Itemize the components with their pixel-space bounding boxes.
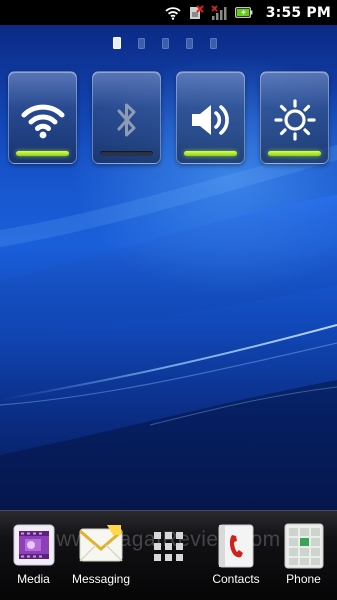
dock-item-phone[interactable]: Phone <box>270 511 337 600</box>
dock-item-media[interactable]: Media <box>0 511 67 600</box>
dock-item-label: Media <box>17 572 50 586</box>
wifi-signal-icon <box>165 6 181 20</box>
dock-item-label: Messaging <box>71 572 131 586</box>
page-dot-4[interactable] <box>186 37 193 49</box>
sound-status-bar <box>184 151 237 156</box>
status-clock: 3:55 PM <box>265 4 331 21</box>
wifi-status-bar <box>16 151 69 156</box>
battery-charging-icon <box>234 7 253 18</box>
wifi-icon <box>21 104 64 139</box>
no-signal-icon <box>211 4 227 20</box>
page-dot-3[interactable] <box>162 37 169 49</box>
sound-icon <box>191 105 229 135</box>
dock-item-messaging[interactable]: Messaging <box>67 511 135 600</box>
sound-toggle[interactable] <box>176 71 245 164</box>
dock-item-label: Phone <box>286 572 321 586</box>
status-bar: 3:55 PM <box>0 0 337 25</box>
media-icon <box>13 524 54 566</box>
wifi-toggle[interactable] <box>8 71 77 164</box>
contacts-icon <box>218 524 254 568</box>
app-dock: www.JagatReview.com Media Messaging Cont… <box>0 510 337 600</box>
page-dot-2[interactable] <box>138 37 145 49</box>
bluetooth-icon <box>117 103 135 137</box>
phone-dialpad-icon <box>284 523 323 569</box>
home-page-indicator <box>113 37 217 49</box>
dock-item-contacts[interactable]: Contacts <box>202 511 270 600</box>
app-drawer-icon <box>153 532 183 561</box>
dock-item-label: Contacts <box>212 572 260 586</box>
sim-missing-icon <box>189 4 204 19</box>
brightness-icon <box>273 99 316 141</box>
brightness-toggle[interactable] <box>260 71 329 164</box>
messaging-icon <box>79 525 123 562</box>
page-dot-1[interactable] <box>113 37 121 49</box>
bluetooth-status-bar <box>100 151 153 156</box>
page-dot-5[interactable] <box>210 37 217 49</box>
brightness-status-bar <box>268 151 321 156</box>
bluetooth-toggle[interactable] <box>92 71 161 164</box>
dock-item-app-drawer[interactable] <box>135 511 202 600</box>
